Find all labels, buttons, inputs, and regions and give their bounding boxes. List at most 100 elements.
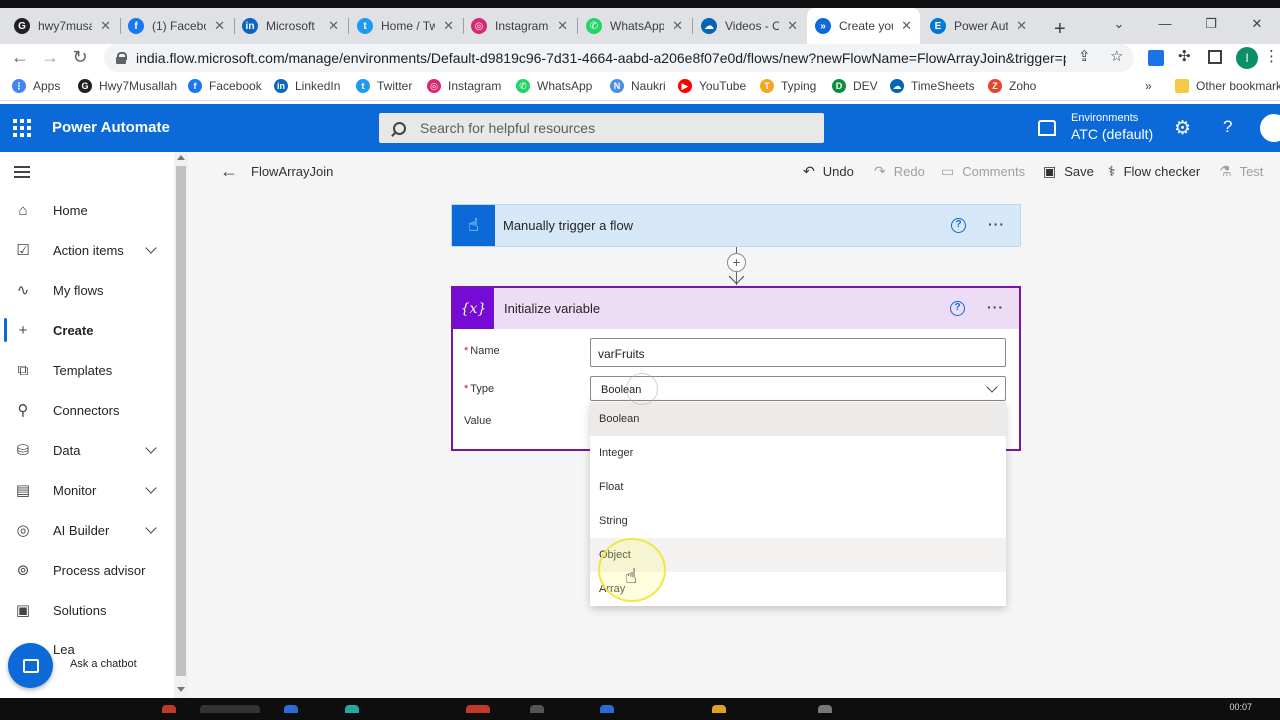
environment-name[interactable]: ATC (default) bbox=[1071, 126, 1153, 142]
app-title[interactable]: Power Automate bbox=[52, 119, 170, 136]
bookmark-item[interactable]: D DEV bbox=[832, 79, 878, 93]
bookmark-item[interactable]: Z Zoho bbox=[988, 79, 1036, 93]
undo-button[interactable]: ↶ Undo bbox=[803, 163, 854, 180]
more-options-icon[interactable]: ··· bbox=[987, 299, 1004, 315]
scroll-down-icon[interactable] bbox=[177, 687, 185, 692]
flow-checker-button[interactable]: ⚕ Flow checker bbox=[1108, 163, 1200, 180]
puzzle-icon[interactable]: ✣ bbox=[1178, 47, 1191, 65]
sidebar-item-home[interactable]: ⌂ Home bbox=[0, 190, 174, 230]
browser-tab[interactable]: » Create you ✕ bbox=[807, 8, 920, 44]
chevron-down-icon[interactable] bbox=[145, 242, 157, 254]
trigger-card[interactable]: ☝ Manually trigger a flow ? ··· bbox=[451, 204, 1021, 247]
bookmark-item[interactable]: ✆ WhatsApp bbox=[516, 79, 592, 93]
browser-tab[interactable]: f (1) Facebo ✕ bbox=[120, 8, 233, 44]
bookmark-item[interactable]: in LinkedIn bbox=[274, 79, 340, 93]
avatar[interactable] bbox=[1260, 114, 1280, 142]
sidebar-item-action-items[interactable]: ☑ Action items bbox=[0, 230, 174, 270]
bookmark-item[interactable]: N Naukri bbox=[610, 79, 666, 93]
close-icon[interactable]: ✕ bbox=[1016, 18, 1027, 34]
sidebar-item-connectors[interactable]: ⚲ Connectors bbox=[0, 390, 174, 430]
back-icon[interactable]: ← bbox=[8, 47, 32, 68]
sidebar-item-learn-partial[interactable]: Lea bbox=[53, 642, 75, 657]
close-icon[interactable]: ✕ bbox=[557, 18, 568, 34]
environment-icon[interactable] bbox=[1038, 120, 1056, 136]
taskbar-app-icon[interactable] bbox=[600, 705, 614, 713]
chevron-down-icon[interactable] bbox=[145, 442, 157, 454]
close-icon[interactable]: ✕ bbox=[787, 18, 798, 34]
menu-dots-icon[interactable]: ⋮ bbox=[1264, 47, 1279, 65]
sidepanel-icon[interactable] bbox=[1208, 50, 1222, 64]
sidebar-item-templates[interactable]: ⧉ Templates bbox=[0, 350, 174, 390]
profile-avatar-icon[interactable]: I bbox=[1236, 47, 1258, 69]
bookmarks-overflow-icon[interactable]: » bbox=[1145, 79, 1152, 93]
minimize-icon[interactable]: — bbox=[1142, 16, 1188, 32]
bookmark-item[interactable]: ▶ YouTube bbox=[678, 79, 746, 93]
close-icon[interactable]: ✕ bbox=[328, 18, 339, 34]
reload-icon[interactable]: ↻ bbox=[68, 47, 92, 68]
forward-icon[interactable]: → bbox=[38, 47, 62, 68]
search-input[interactable]: Search for helpful resources bbox=[379, 113, 824, 143]
scrollbar-thumb[interactable] bbox=[176, 166, 186, 676]
close-icon[interactable]: ✕ bbox=[214, 18, 225, 34]
browser-tab[interactable]: Ghwy7musa ✕ bbox=[6, 8, 119, 44]
app-launcher-icon[interactable] bbox=[13, 119, 31, 137]
close-window-icon[interactable]: ✕ bbox=[1234, 16, 1280, 32]
sidebar-item-solutions[interactable]: ▣ Solutions bbox=[0, 590, 174, 630]
close-icon[interactable]: ✕ bbox=[100, 18, 111, 34]
bookmark-item[interactable]: f Facebook bbox=[188, 79, 262, 93]
bookmark-item[interactable]: G Hwy7Musallah bbox=[78, 79, 177, 93]
restore-icon[interactable]: ❐ bbox=[1188, 16, 1234, 32]
chevron-down-icon[interactable] bbox=[145, 522, 157, 534]
redo-button[interactable]: ↷ Redo bbox=[874, 163, 925, 180]
hamburger-icon[interactable] bbox=[14, 166, 30, 178]
extension-icon[interactable] bbox=[1148, 50, 1164, 66]
chatbot-button[interactable] bbox=[8, 643, 53, 688]
dropdown-option-string[interactable]: String bbox=[590, 504, 1006, 538]
close-icon[interactable]: ✕ bbox=[901, 18, 912, 34]
sidebar-scrollbar[interactable] bbox=[174, 152, 188, 698]
taskbar-app-icon[interactable] bbox=[345, 705, 359, 713]
chevron-down-icon[interactable] bbox=[145, 482, 157, 494]
name-field[interactable]: varFruits bbox=[590, 338, 1006, 367]
share-icon[interactable]: ⇪ bbox=[1078, 47, 1091, 65]
help-icon[interactable]: ? bbox=[1223, 117, 1232, 137]
taskbar-app-icon[interactable] bbox=[712, 705, 726, 713]
bookmark-item[interactable]: ⋮ Apps bbox=[12, 79, 60, 93]
comments-button[interactable]: ▭ Comments bbox=[941, 163, 1025, 180]
new-tab-button[interactable]: + bbox=[1054, 19, 1066, 39]
bookmark-item[interactable]: ☁ TimeSheets bbox=[890, 79, 975, 93]
card-header[interactable]: {x} Initialize variable ? ··· bbox=[453, 288, 1019, 329]
close-icon[interactable]: ✕ bbox=[672, 18, 683, 34]
sidebar-item-create[interactable]: + Create bbox=[0, 310, 174, 350]
save-button[interactable]: ▣ Save bbox=[1043, 163, 1094, 180]
taskbar-app-icon[interactable] bbox=[162, 705, 176, 713]
close-icon[interactable]: ✕ bbox=[443, 18, 454, 34]
chatbot-label[interactable]: Ask a chatbot bbox=[70, 658, 137, 670]
browser-tab[interactable]: ✆ WhatsApp ✕ bbox=[578, 8, 691, 44]
sidebar-item-monitor[interactable]: ▤ Monitor bbox=[0, 470, 174, 510]
taskbar-app-icon[interactable] bbox=[284, 705, 298, 713]
sidebar-item-process-advisor[interactable]: ⊚ Process advisor bbox=[0, 550, 174, 590]
taskbar-app-icon[interactable] bbox=[466, 705, 490, 713]
other-bookmarks[interactable]: Other bookmarks bbox=[1175, 79, 1280, 93]
taskbar-app-icon[interactable] bbox=[818, 705, 832, 713]
taskbar-app-icon[interactable] bbox=[200, 705, 260, 713]
test-button[interactable]: ⚗ Test bbox=[1219, 163, 1263, 180]
dropdown-option-boolean[interactable]: Boolean bbox=[590, 402, 1006, 436]
browser-tab[interactable]: E Power Aut ✕ bbox=[922, 8, 1035, 44]
bookmark-item[interactable]: T Typing bbox=[760, 79, 816, 93]
dropdown-option-float[interactable]: Float bbox=[590, 470, 1006, 504]
bookmark-item[interactable]: t Twitter bbox=[356, 79, 412, 93]
browser-tab[interactable]: ☁ Videos - O ✕ bbox=[693, 8, 806, 44]
sidebar-item-ai-builder[interactable]: ◎ AI Builder bbox=[0, 510, 174, 550]
environments-label[interactable]: Environments bbox=[1071, 112, 1138, 124]
sidebar-item-my-flows[interactable]: ∿ My flows bbox=[0, 270, 174, 310]
help-icon[interactable]: ? bbox=[951, 218, 966, 233]
help-icon[interactable]: ? bbox=[950, 301, 965, 316]
sidebar-item-data[interactable]: ⛁ Data bbox=[0, 430, 174, 470]
bookmark-item[interactable]: ◎ Instagram bbox=[427, 79, 501, 93]
gear-icon[interactable]: ⚙ bbox=[1174, 117, 1191, 140]
taskbar-app-icon[interactable] bbox=[530, 705, 544, 713]
tab-search-icon[interactable]: ⌄ bbox=[1096, 16, 1142, 32]
dropdown-option-integer[interactable]: Integer bbox=[590, 436, 1006, 470]
